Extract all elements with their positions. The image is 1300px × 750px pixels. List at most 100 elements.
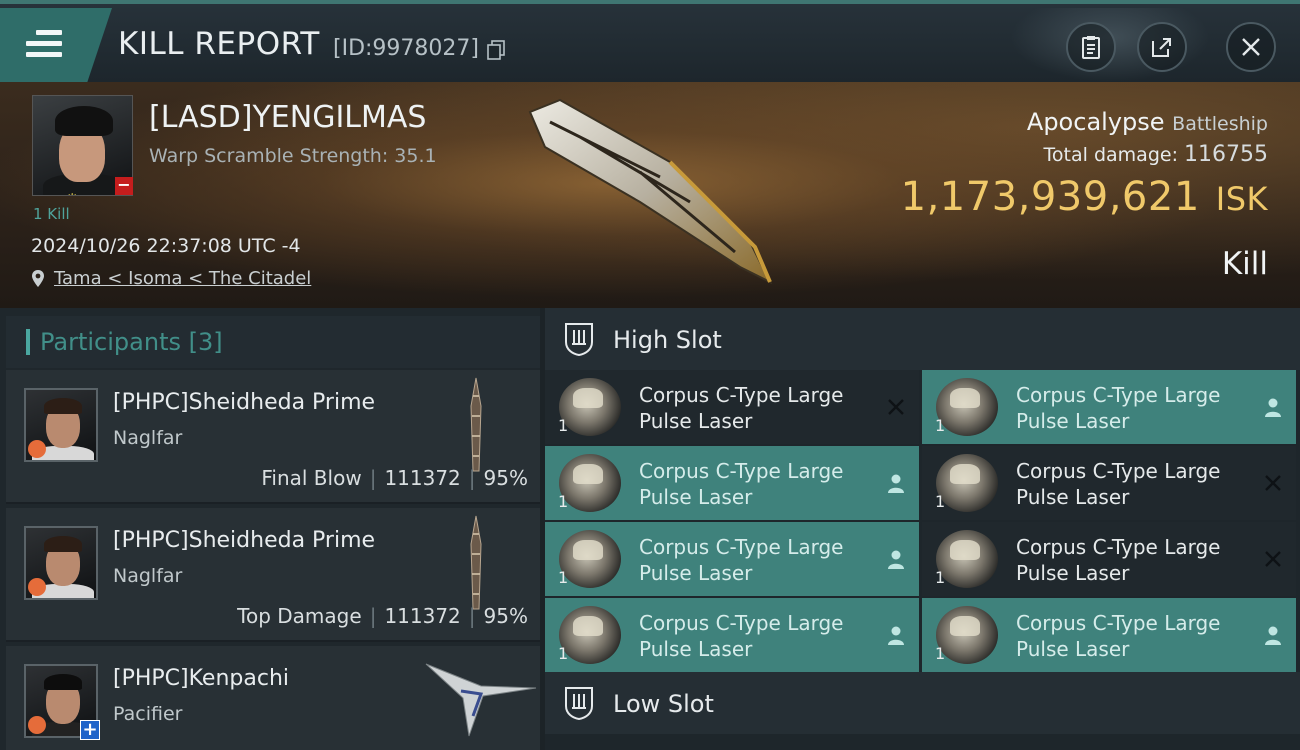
- participants-panel: Participants [3] [PHPC]Sheidheda Prime N…: [0, 308, 540, 750]
- module-image: [559, 530, 621, 588]
- high-slot-module[interactable]: 1 Corpus C-Type Large Pulse Laser: [922, 522, 1296, 596]
- share-icon: [1152, 38, 1171, 57]
- participant-ship: Naglfar: [113, 565, 183, 587]
- module-name: Corpus C-Type Large Pulse Laser: [639, 383, 844, 433]
- close-icon: [1265, 475, 1281, 491]
- total-damage: Total damage: 116755: [1044, 142, 1268, 167]
- participant-ship: Pacifier: [113, 703, 183, 725]
- module-image: [559, 378, 621, 436]
- close-button[interactable]: [1226, 22, 1276, 72]
- module-name: Corpus C-Type Large Pulse Laser: [1016, 383, 1221, 433]
- report-id: [ID:9978027]: [333, 36, 479, 61]
- high-slot-module[interactable]: 1 Corpus C-Type Large Pulse Laser: [922, 446, 1296, 520]
- module-quantity: 1: [558, 644, 569, 663]
- low-slot-header: Low Slot: [545, 672, 1300, 734]
- corp-logo-icon: [28, 578, 46, 596]
- victim-ship-image[interactable]: [520, 92, 790, 292]
- module-quantity: 1: [558, 568, 569, 587]
- low-slot-icon: [565, 687, 593, 720]
- victim-name[interactable]: [LASD]YENGILMAS: [149, 100, 426, 135]
- high-slot-module[interactable]: 1 Corpus C-Type Large Pulse Laser: [545, 446, 919, 520]
- high-slot-module[interactable]: 1 Corpus C-Type Large Pulse Laser: [545, 522, 919, 596]
- warp-scramble-strength: Warp Scramble Strength: 35.1: [149, 145, 437, 167]
- participants-header: Participants [3]: [6, 316, 540, 368]
- fitting-panel: High Slot 1 Corpus C-Type Large Pulse Lase…: [545, 308, 1300, 750]
- module-image: [936, 606, 998, 664]
- participant-ship: Naglfar: [113, 427, 183, 449]
- location-pin-icon: [32, 270, 44, 287]
- victim-banner: ⛯ − [LASD]YENGILMAS Warp Scramble Streng…: [0, 82, 1300, 308]
- person-icon: [888, 550, 904, 569]
- high-slot-header: High Slot: [545, 308, 1300, 370]
- location-link[interactable]: Tama < Isoma < The Citadel: [54, 268, 311, 289]
- module-image: [559, 454, 621, 512]
- outcome-label: Kill: [1221, 246, 1268, 282]
- participant-role: Top Damage: [237, 604, 362, 628]
- high-slot-module[interactable]: 1 Corpus C-Type Large Pulse Laser: [922, 598, 1296, 672]
- person-icon: [1265, 626, 1281, 645]
- participant-stats: Final Blow | 111372 | 95%: [261, 466, 528, 490]
- participant-damage: 111372: [384, 604, 461, 628]
- close-icon: [1242, 38, 1260, 56]
- high-slot-module[interactable]: 1 Corpus C-Type Large Pulse Laser: [922, 370, 1296, 444]
- participants-count: [3]: [188, 328, 223, 356]
- module-name: Corpus C-Type Large Pulse Laser: [1016, 535, 1221, 585]
- ship-class: Battleship: [1172, 113, 1268, 135]
- module-quantity: 1: [935, 644, 946, 663]
- participant-ship-image: [470, 515, 482, 610]
- kill-datetime: 2024/10/26 22:37:08 UTC -4: [31, 235, 301, 257]
- participant-row[interactable]: [PHPC]Sheidheda Prime Naglfar Top Damage…: [6, 508, 540, 642]
- module-name: Corpus C-Type Large Pulse Laser: [639, 535, 844, 585]
- high-slot-icon: [565, 323, 593, 356]
- module-name: Corpus C-Type Large Pulse Laser: [639, 611, 844, 661]
- friendly-standing-icon: +: [80, 720, 100, 740]
- person-icon: [1265, 398, 1281, 417]
- participant-avatar[interactable]: [24, 526, 98, 600]
- module-quantity: 1: [558, 492, 569, 511]
- high-slot-module[interactable]: 1 Corpus C-Type Large Pulse Laser: [545, 370, 919, 444]
- alliance-icon: ⛯: [67, 191, 77, 195]
- victim-ship-type[interactable]: Apocalypse Battleship: [1027, 108, 1268, 136]
- isk-unit: ISK: [1215, 180, 1268, 218]
- participant-stats: Top Damage | 111372 | 95%: [237, 604, 528, 628]
- module-name: Corpus C-Type Large Pulse Laser: [639, 459, 844, 509]
- isk-amount: 1,173,939,621: [900, 174, 1200, 220]
- participant-row[interactable]: [PHPC]Sheidheda Prime Naglfar Final Blow…: [6, 370, 540, 504]
- participant-role: Final Blow: [261, 466, 362, 490]
- ship-name: Apocalypse: [1026, 108, 1165, 136]
- participant-row[interactable]: + [PHPC]Kenpachi Pacifier: [6, 646, 540, 750]
- participant-ship-image: [425, 663, 537, 737]
- copy-icon[interactable]: [487, 40, 505, 60]
- isk-value: 1,173,939,621 ISK: [901, 174, 1268, 220]
- total-damage-value: 116755: [1184, 142, 1268, 167]
- module-quantity: 1: [935, 416, 946, 435]
- module-image: [936, 454, 998, 512]
- high-slot-module[interactable]: 1 Corpus C-Type Large Pulse Laser: [545, 598, 919, 672]
- module-quantity: 1: [558, 416, 569, 435]
- module-image: [559, 606, 621, 664]
- participant-percent: 95%: [483, 604, 528, 628]
- clipboard-icon: [1082, 36, 1100, 59]
- menu-button[interactable]: [0, 8, 112, 82]
- participant-avatar[interactable]: [24, 388, 98, 462]
- participant-ship-image: [470, 377, 482, 472]
- module-quantity: 1: [935, 568, 946, 587]
- person-icon: [888, 474, 904, 493]
- participant-damage: 111372: [384, 466, 461, 490]
- page-title: KILL REPORT: [118, 26, 320, 62]
- hamburger-icon: [26, 30, 62, 60]
- total-damage-label: Total damage:: [1043, 144, 1178, 166]
- close-icon: [1265, 551, 1281, 567]
- hostile-standing-icon: −: [115, 177, 133, 195]
- clipboard-button[interactable]: [1066, 22, 1116, 72]
- module-quantity: 1: [935, 492, 946, 511]
- module-name: Corpus C-Type Large Pulse Laser: [1016, 611, 1221, 661]
- participant-name: [PHPC]Sheidheda Prime: [113, 390, 376, 415]
- share-button[interactable]: [1137, 22, 1187, 72]
- module-image: [936, 530, 998, 588]
- title-bar: KILL REPORT [ID:9978027]: [0, 0, 1300, 82]
- close-icon: [888, 399, 904, 415]
- module-image: [936, 378, 998, 436]
- participant-percent: 95%: [483, 466, 528, 490]
- high-slot-title: High Slot: [613, 326, 722, 354]
